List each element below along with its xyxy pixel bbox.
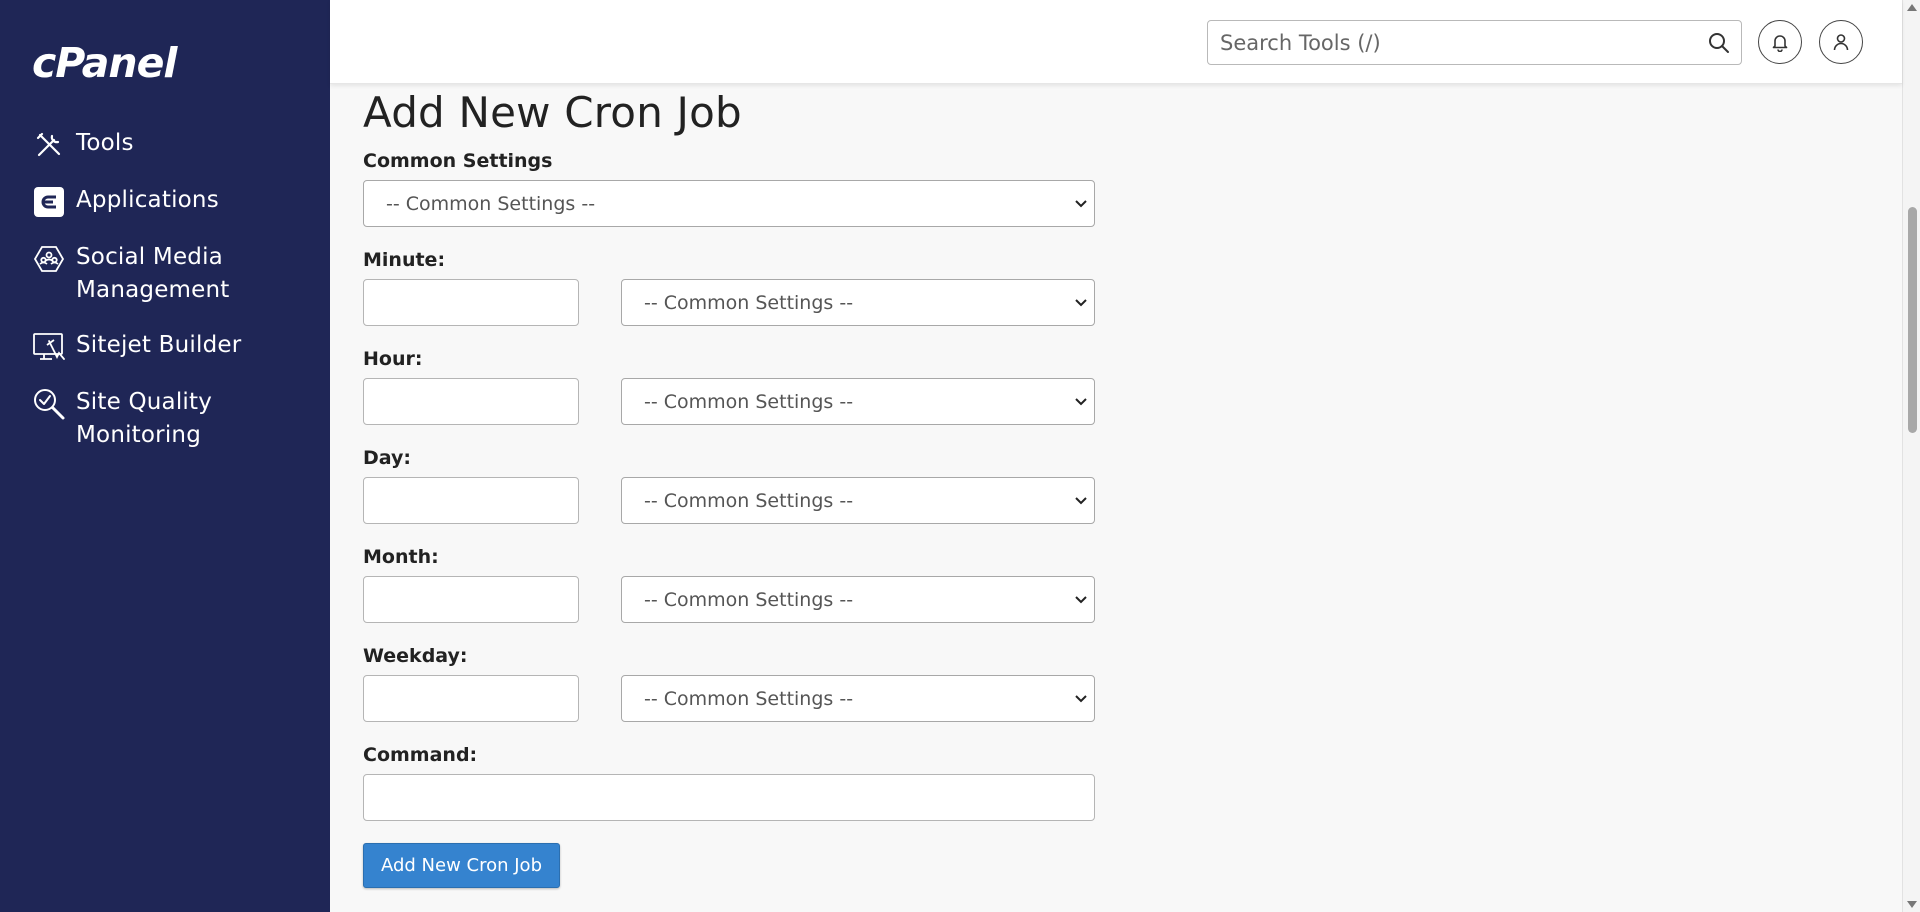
chevron-down-icon <box>1075 596 1087 604</box>
chevron-down-icon <box>1075 200 1087 208</box>
scrollbar-thumb[interactable] <box>1908 207 1917 433</box>
sidebar-item-label: Tools <box>76 130 134 156</box>
scroll-up-arrow-icon[interactable] <box>1907 4 1917 11</box>
month-label: Month: <box>363 546 439 568</box>
day-label: Day: <box>363 447 411 469</box>
sidebar: cPanel Tools Applications Social Media M… <box>0 0 330 912</box>
sidebar-item-site-quality[interactable]: Site Quality Monitoring <box>0 386 330 452</box>
bell-icon <box>1772 35 1788 52</box>
tools-icon <box>32 128 66 162</box>
notifications-button[interactable] <box>1758 20 1802 64</box>
sidebar-item-label: Applications <box>76 187 219 213</box>
page-title: Add New Cron Job <box>363 88 742 137</box>
hour-select[interactable]: -- Common Settings -- <box>621 378 1095 425</box>
hour-input[interactable] <box>363 378 579 425</box>
chevron-down-icon <box>1075 299 1087 307</box>
sidebar-item-label: Social Media Management <box>76 244 230 303</box>
weekday-label: Weekday: <box>363 645 468 667</box>
hour-label: Hour: <box>363 348 423 370</box>
day-select-value: -- Common Settings -- <box>644 489 854 512</box>
weekday-select[interactable]: -- Common Settings -- <box>621 675 1095 722</box>
cpanel-logo[interactable]: cPanel <box>32 39 177 87</box>
search-input[interactable] <box>1208 21 1688 64</box>
search-icon[interactable] <box>1707 31 1731 55</box>
month-input[interactable] <box>363 576 579 623</box>
common-settings-label: Common Settings <box>363 150 553 172</box>
user-icon <box>1833 34 1849 51</box>
weekday-select-value: -- Common Settings -- <box>644 687 854 710</box>
sidebar-nav: Tools Applications Social Media Manageme… <box>0 127 330 474</box>
page-scrollbar[interactable] <box>1902 0 1920 912</box>
chevron-down-icon <box>1075 497 1087 505</box>
sidebar-item-sitejet[interactable]: Sitejet Builder <box>0 329 330 364</box>
command-label: Command: <box>363 744 478 766</box>
sidebar-item-tools[interactable]: Tools <box>0 127 330 162</box>
common-settings-select-value: -- Common Settings -- <box>386 192 596 215</box>
sitejet-icon <box>32 330 66 364</box>
top-header <box>330 0 1902 84</box>
day-input[interactable] <box>363 477 579 524</box>
main-content: Add New Cron Job Common Settings -- Comm… <box>330 84 1902 912</box>
command-input[interactable] <box>363 774 1095 821</box>
month-select-value: -- Common Settings -- <box>644 588 854 611</box>
month-select[interactable]: -- Common Settings -- <box>621 576 1095 623</box>
applications-icon <box>32 185 66 219</box>
add-cron-job-button[interactable]: Add New Cron Job <box>363 843 560 888</box>
day-select[interactable]: -- Common Settings -- <box>621 477 1095 524</box>
search-box <box>1207 20 1742 65</box>
minute-select[interactable]: -- Common Settings -- <box>621 279 1095 326</box>
minute-label: Minute: <box>363 249 446 271</box>
user-menu-button[interactable] <box>1819 20 1863 64</box>
sidebar-item-applications[interactable]: Applications <box>0 184 330 219</box>
sidebar-item-label: Site Quality Monitoring <box>76 389 213 448</box>
site-quality-icon <box>32 387 66 421</box>
common-settings-select[interactable]: -- Common Settings -- <box>363 180 1095 227</box>
sidebar-item-label: Sitejet Builder <box>76 332 242 358</box>
chevron-down-icon <box>1075 398 1087 406</box>
weekday-input[interactable] <box>363 675 579 722</box>
hour-select-value: -- Common Settings -- <box>644 390 854 413</box>
social-media-icon <box>32 242 66 276</box>
scroll-down-arrow-icon[interactable] <box>1907 901 1917 908</box>
minute-select-value: -- Common Settings -- <box>644 291 854 314</box>
minute-input[interactable] <box>363 279 579 326</box>
sidebar-item-social-media[interactable]: Social Media Management <box>0 241 330 307</box>
chevron-down-icon <box>1075 695 1087 703</box>
